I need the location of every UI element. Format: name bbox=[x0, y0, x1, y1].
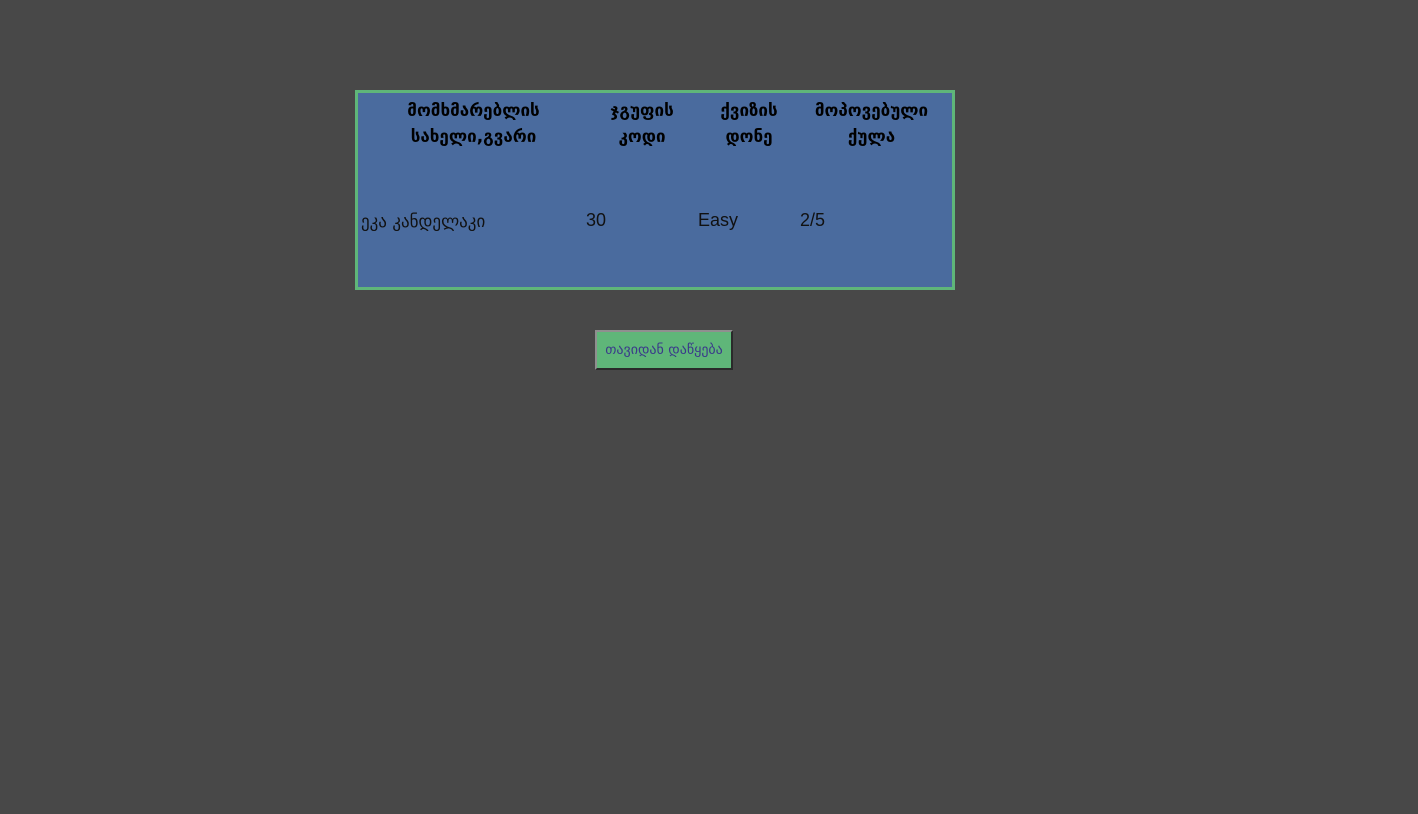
results-panel: მომხმარებლის სახელი,გვარი ჯგუფის კოდი ქვ… bbox=[355, 90, 955, 290]
cell-score: 2/5 bbox=[800, 210, 826, 230]
column-header-score: მოპოვებული ქულა bbox=[814, 101, 929, 147]
column-header-group-code: ჯგუფის კოდი bbox=[610, 101, 674, 147]
cell-quiz-level: Easy bbox=[698, 210, 739, 230]
cell-group-code: 30 bbox=[586, 210, 607, 230]
column-header-user-name: მომხმარებლის სახელი,გვარი bbox=[407, 101, 540, 147]
restart-button[interactable]: თავიდან დაწყება bbox=[595, 330, 733, 370]
quiz-results-page: მომხმარებლის სახელი,გვარი ჯგუფის კოდი ქვ… bbox=[0, 0, 1418, 814]
cell-user-name: ეკა კანდელაკი bbox=[361, 212, 486, 232]
table-header-row: მომხმარებლის სახელი,გვარი ჯგუფის კოდი ქვ… bbox=[361, 98, 943, 194]
column-header-quiz-level: ქვიზის დონე bbox=[720, 101, 778, 147]
results-table: მომხმარებლის სახელი,გვარი ჯგუფის კოდი ქვ… bbox=[361, 98, 943, 234]
table-row: ეკა კანდელაკი 30 Easy 2/5 bbox=[361, 194, 943, 234]
